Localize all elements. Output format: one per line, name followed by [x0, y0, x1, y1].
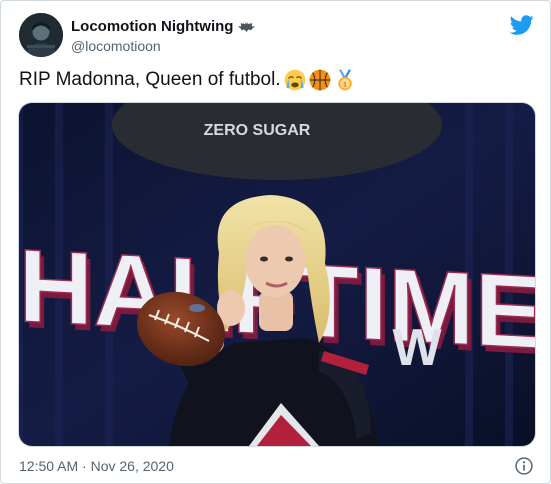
author-handle[interactable]: @locomotioon [71, 38, 161, 54]
tweet-text: RIP Madonna, Queen of futbol. [19, 69, 281, 90]
avatar[interactable] [19, 13, 63, 57]
avatar-image [19, 13, 63, 57]
bat-icon [238, 21, 256, 32]
svg-text:W: W [392, 319, 442, 377]
tweet-text-row: RIP Madonna, Queen of futbol. 1 [19, 69, 356, 91]
svg-text:1: 1 [343, 81, 347, 88]
crying-face-emoji [284, 69, 305, 91]
first-place-medal-emoji: 1 [337, 69, 352, 91]
twitter-bird-icon[interactable] [510, 13, 534, 37]
tweet-timestamp[interactable]: 12:50 AM · Nov 26, 2020 [19, 458, 174, 474]
info-icon[interactable] [514, 456, 534, 476]
tweet-card[interactable]: Locomotion Nightwing @locomotioon RIP Ma… [0, 0, 551, 484]
halftime-show-photo: ZERO SUGAR HALFTIME HALFTIME W [19, 103, 535, 446]
basketball-emoji [309, 69, 330, 91]
author-name-row[interactable]: Locomotion Nightwing [71, 18, 256, 35]
tweet-image[interactable]: ZERO SUGAR HALFTIME HALFTIME W [18, 102, 536, 447]
display-name[interactable]: Locomotion Nightwing [71, 18, 233, 35]
sign-sub-text: ZERO SUGAR [204, 122, 311, 139]
